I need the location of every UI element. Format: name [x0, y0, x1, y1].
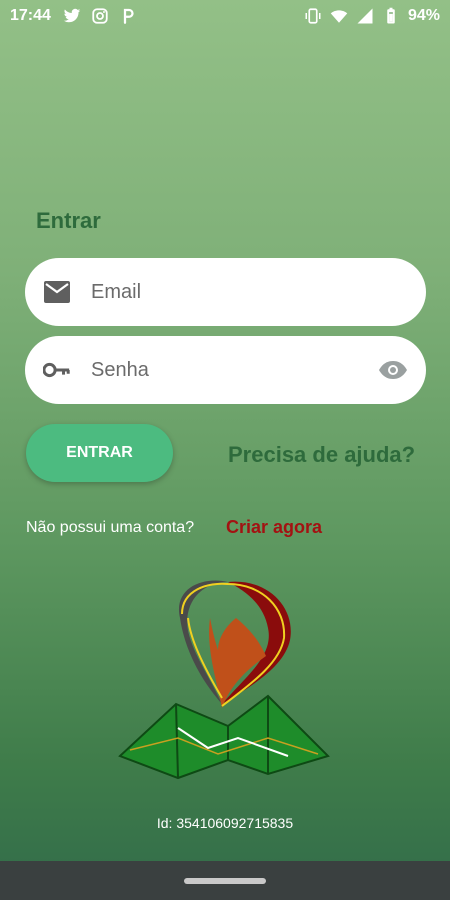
- device-id: Id: 354106092715835: [156, 815, 294, 831]
- mail-icon: [43, 278, 71, 306]
- login-button[interactable]: ENTRAR: [26, 424, 173, 482]
- home-handle[interactable]: [184, 877, 266, 884]
- login-title: Entrar: [36, 208, 101, 233]
- create-account-link[interactable]: Criar agora: [226, 517, 322, 538]
- eye-icon[interactable]: [378, 355, 408, 385]
- status-bar: 17:44 94%: [0, 0, 450, 32]
- instagram-icon: [92, 8, 108, 24]
- email-input[interactable]: [91, 280, 408, 304]
- battery-icon: [387, 7, 395, 24]
- email-field-container[interactable]: [25, 258, 426, 326]
- signal-icon: [357, 8, 373, 24]
- help-link[interactable]: Precisa de ajuda?: [228, 442, 415, 468]
- app-logo: [118, 580, 330, 780]
- pinterest-icon: [123, 8, 134, 24]
- wifi-icon: [330, 10, 348, 23]
- system-icons: 94%: [304, 7, 440, 25]
- notification-icons: [63, 7, 137, 25]
- signup-prompt: Não possui uma conta?: [26, 519, 195, 536]
- status-time: 17:44: [10, 7, 51, 24]
- twitter-icon: [63, 8, 81, 23]
- battery-level: 94%: [407, 7, 440, 24]
- vibrate-icon: [305, 8, 321, 24]
- key-icon: [43, 356, 71, 384]
- navigation-bar: [0, 861, 450, 900]
- password-input[interactable]: [91, 358, 378, 382]
- password-field-container[interactable]: [25, 336, 426, 404]
